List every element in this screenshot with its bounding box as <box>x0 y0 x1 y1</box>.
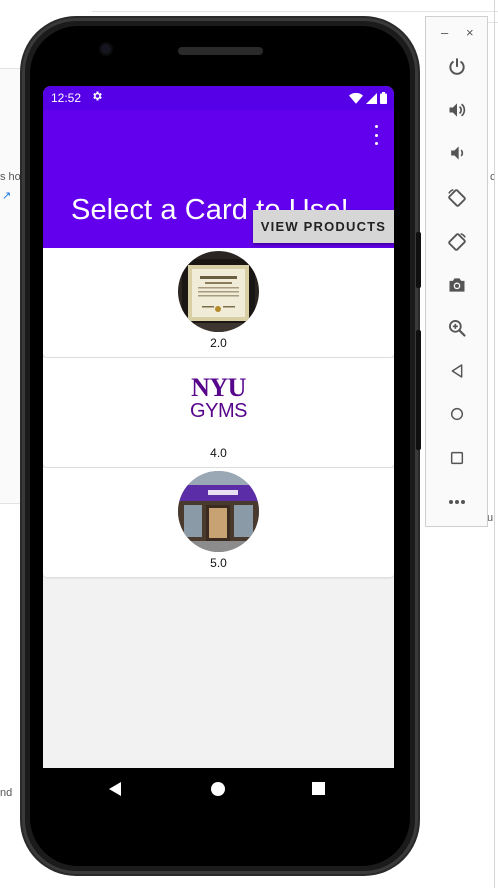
status-time: 12:52 <box>51 91 82 105</box>
front-camera <box>101 44 111 54</box>
volume-rocker <box>416 232 421 288</box>
rotate-left-icon[interactable] <box>443 184 471 212</box>
back-icon[interactable] <box>443 357 471 385</box>
background-text-fragment: s ho <box>0 171 21 183</box>
volume-up-icon[interactable] <box>443 96 471 124</box>
emulator-toolbar: – × <box>425 16 488 527</box>
more-vert-icon[interactable] <box>370 125 382 145</box>
power-key <box>416 330 421 450</box>
card-list: 2.0 NYU GYMS 4.0 5.0 <box>43 248 394 578</box>
framed-certificate-image <box>178 251 259 332</box>
home-circle-icon[interactable] <box>211 782 225 796</box>
overview-icon[interactable] <box>443 444 471 472</box>
logo-text-gyms: GYMS <box>190 400 247 422</box>
camera-icon[interactable] <box>443 271 471 299</box>
card-value: 5.0 <box>210 556 227 570</box>
emulator-window-controls: – × <box>426 25 489 41</box>
navigation-bar <box>43 768 394 814</box>
card-item[interactable]: NYU GYMS 4.0 <box>43 358 394 467</box>
home-icon[interactable] <box>443 400 471 428</box>
nyu-gyms-logo: NYU GYMS <box>178 361 259 442</box>
card-item[interactable]: 5.0 <box>43 468 394 577</box>
background-window-edge <box>92 0 498 12</box>
card-value: 2.0 <box>210 336 227 350</box>
power-icon[interactable] <box>443 53 471 81</box>
external-link-icon: ↗ <box>2 190 12 202</box>
rotate-right-icon[interactable] <box>443 228 471 256</box>
logo-text-nyu: NYU <box>191 373 246 402</box>
back-triangle-icon[interactable] <box>109 782 121 796</box>
cell-signal-icon <box>366 92 377 107</box>
zoom-icon[interactable] <box>443 314 471 342</box>
wifi-icon <box>349 92 363 107</box>
background-left-panel <box>0 68 22 504</box>
status-icons <box>349 92 387 107</box>
volume-down-icon[interactable] <box>443 139 471 167</box>
more-icon[interactable] <box>443 488 471 516</box>
nyu-bookstore-storefront-image <box>178 471 259 552</box>
card-value: 4.0 <box>210 446 227 460</box>
card-item[interactable]: 2.0 <box>43 248 394 357</box>
close-button[interactable]: × <box>466 25 474 40</box>
background-frame-edge <box>494 0 498 888</box>
gear-icon <box>91 90 103 105</box>
recents-square-icon[interactable] <box>312 782 325 795</box>
earpiece-speaker <box>178 47 263 55</box>
view-products-button[interactable]: VIEW PRODUCTS <box>253 210 394 243</box>
minimize-button[interactable]: – <box>441 25 448 40</box>
status-bar: 12:52 <box>43 86 394 110</box>
background-text-fragment: nd <box>0 787 13 799</box>
device-screen: 12:52 Select a Card to Use! VIEW PRODUCT… <box>43 86 394 768</box>
battery-icon <box>380 92 387 107</box>
